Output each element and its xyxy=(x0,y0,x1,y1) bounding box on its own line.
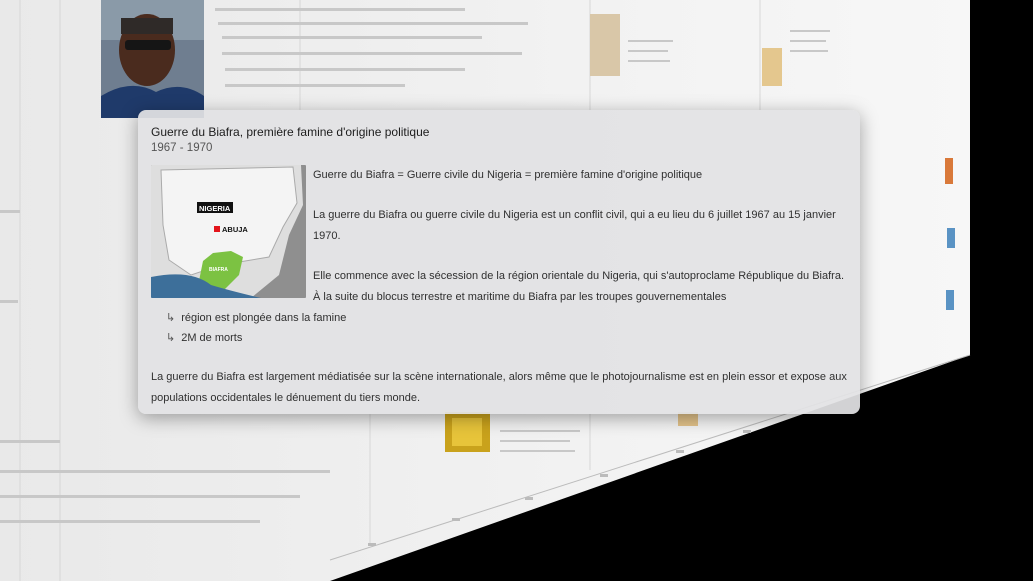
consequence-deaths: ↳ 2M de morts xyxy=(166,331,242,344)
event-title: Guerre du Biafra, première famine d'orig… xyxy=(151,125,430,139)
paragraph-dates: La guerre du Biafra ou guerre civile du … xyxy=(313,209,836,221)
portrait-thumbnail[interactable] xyxy=(101,0,204,118)
capital-marker xyxy=(214,226,220,232)
map-label-region: BIAFRA xyxy=(209,267,228,273)
consequence-famine-text: région est plongée dans la famine xyxy=(181,312,347,324)
paragraph-intro: Guerre du Biafra = Guerre civile du Nige… xyxy=(313,169,703,181)
return-arrow-icon: ↳ xyxy=(166,312,176,324)
paragraph-secession: Elle commence avec la sécession de la ré… xyxy=(313,270,845,282)
portrait-image xyxy=(101,0,204,118)
consequence-deaths-text: 2M de morts xyxy=(181,332,243,344)
map-label-capital: ABUJA xyxy=(222,225,248,234)
return-arrow-icon: ↳ xyxy=(166,332,176,344)
footer-line-2: populations occidentales le dénuement du… xyxy=(151,392,421,404)
paragraph-blockade: À la suite du blocus terrestre et mariti… xyxy=(313,291,727,303)
event-date: 1967 - 1970 xyxy=(151,142,213,154)
event-map-image[interactable]: NIGERIA ABUJA BIAFRA xyxy=(151,165,306,298)
event-popup-card: Guerre du Biafra, première famine d'orig… xyxy=(138,110,860,414)
consequence-famine: ↳ région est plongée dans la famine xyxy=(166,311,346,324)
footer-line-1: La guerre du Biafra est largement médiat… xyxy=(151,371,847,383)
paragraph-dates-end: 1970. xyxy=(313,230,341,242)
map-label-country: NIGERIA xyxy=(199,204,231,213)
